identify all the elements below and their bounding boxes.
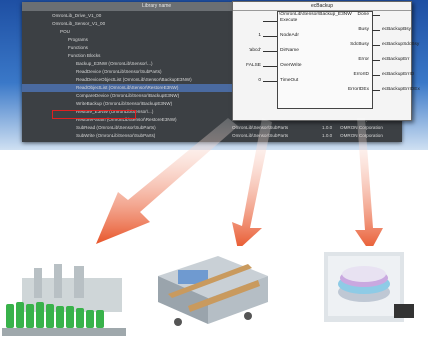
- semiconductor-equipment-image: [320, 246, 418, 328]
- packaging-machine-image: [148, 246, 278, 334]
- arrow-to-packaging-machine: [232, 118, 272, 250]
- arrow-to-semiconductor-machine: [355, 118, 383, 252]
- filling-machine-image: [2, 248, 126, 336]
- arrow-to-filling-machine: [96, 118, 238, 244]
